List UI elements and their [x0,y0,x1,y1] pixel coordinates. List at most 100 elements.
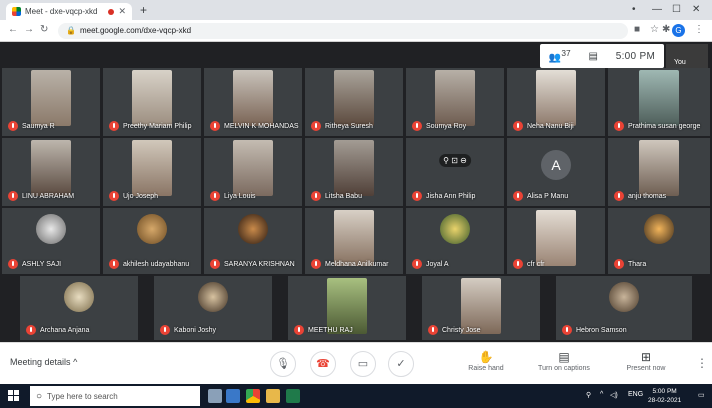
participant-video [233,70,273,126]
notification-icon[interactable]: ▭ [698,391,705,399]
participant-tile[interactable]: Joyal A [406,208,504,274]
taskbar-date: 28-02-2021 [648,397,682,404]
people-icon[interactable]: ⚲ [586,391,591,399]
close-window-button[interactable]: ✕ [692,4,700,15]
participant-video [334,70,374,126]
raise-hand-button[interactable]: ✋ Raise hand [456,349,516,372]
participant-tile[interactable]: Soumya Roy [406,68,504,136]
mic-off-icon [109,121,119,131]
mic-off-icon [412,191,422,201]
profile-photo [64,282,94,312]
camera-indicator-icon[interactable]: ■ [634,24,640,35]
present-button[interactable]: ⊞ Present now [616,349,676,372]
participant-tile[interactable]: Preethy Mariam Philip [103,68,201,136]
participant-grid: Saumya R Preethy Mariam Philip MELVIN K … [0,68,712,342]
participant-tile[interactable]: Hebron Samson [556,276,692,340]
mic-off-icon [210,259,220,269]
participant-video [536,210,576,266]
mic-off-icon [26,325,36,335]
new-tab-button[interactable]: + [140,3,147,17]
raise-hand-label: Raise hand [468,365,504,372]
app-icon[interactable] [226,389,240,403]
bookmark-star-icon[interactable]: ☆ [650,24,659,35]
app-icon[interactable] [286,389,300,403]
participants-button[interactable]: 👥37 [549,48,571,63]
more-options-icon[interactable]: ⋮ [696,356,708,370]
participant-video [132,70,172,126]
participant-tile[interactable]: Neha Nanu Biji [507,68,605,136]
participant-video [639,140,679,196]
more-effects-button[interactable]: ✓ [388,351,414,377]
participant-tile[interactable]: MELVIN K MOHANDAS [204,68,302,136]
participant-tile[interactable]: A Alisa P Manu [507,138,605,206]
participant-name: Kaboni Joshy [174,327,217,334]
browser-tab-meet[interactable]: Meet - dxe-vqcp-xkd ✕ [6,3,132,20]
participant-tile[interactable]: Ritheya Suresh [305,68,403,136]
browser-tab-strip: Meet - dxe-vqcp-xkd ✕ + • — ☐ ✕ [0,0,712,20]
participant-tile[interactable]: SARANYA KRISHNAN [204,208,302,274]
participant-tile[interactable]: Saumya R [2,68,100,136]
participant-name: MEETHU RAJ [308,327,353,334]
meeting-details-button[interactable]: Meeting details ^ [10,357,77,367]
participant-tile[interactable]: Kaboni Joshy [154,276,272,340]
captions-icon: ▤ [558,350,570,364]
leave-call-button[interactable]: ☎ [310,351,336,377]
participant-video [233,140,273,196]
extensions-icon[interactable]: ✱ [662,24,670,35]
taskbar-clock[interactable]: 5:00 PM 28-02-2021 [648,387,681,405]
mic-off-icon [109,191,119,201]
participant-tile[interactable]: Meldhana Anilkumar [305,208,403,274]
participant-tile[interactable]: Prathima susan george [608,68,710,136]
file-explorer-icon[interactable] [266,389,280,403]
participant-tile[interactable]: Archana Anjana [20,276,138,340]
chrome-menu-icon[interactable]: ⋮ [694,24,704,35]
participant-tile[interactable]: LINU ABRAHAM [2,138,100,206]
minimize-button[interactable]: — [652,4,662,15]
task-view-icon[interactable] [208,389,222,403]
maximize-button[interactable]: ☐ [672,4,681,15]
language-indicator[interactable]: ENG [628,391,643,398]
participant-tile[interactable]: MEETHU RAJ [288,276,406,340]
participant-tile[interactable]: Ujo Joseph [103,138,201,206]
chrome-icon[interactable] [246,389,260,403]
mic-toggle-button[interactable]: 🎙 [270,351,296,377]
participant-tile[interactable]: Christy Jose [422,276,540,340]
windows-start-icon[interactable] [8,390,20,402]
camera-toggle-button[interactable]: ▭ [350,351,376,377]
windows-taskbar: ○ Type here to search ⚲ ^ ◁) ENG 5:00 PM… [0,384,712,408]
participant-name: Prathima susan george [628,123,701,130]
tray-chevron-icon[interactable]: ^ [600,391,603,398]
mic-off-icon [210,191,220,201]
chat-icon[interactable]: ▤ [588,51,597,62]
back-icon[interactable]: ← [8,24,18,35]
taskbar-search[interactable]: ○ Type here to search [30,386,200,406]
address-bar[interactable]: 🔒 meet.google.com/dxe-vqcp-xkd [58,23,628,39]
profile-photo [440,214,470,244]
tile-hover-controls[interactable]: ⚲ ⊡ ⊖ [439,154,471,167]
participant-tile[interactable]: ⚲ ⊡ ⊖ Jisha Ann Philip [406,138,504,206]
participant-tile[interactable]: Liya Louis [204,138,302,206]
reload-icon[interactable]: ↻ [40,24,48,35]
participant-video [461,278,501,334]
profile-photo [238,214,268,244]
self-view[interactable]: You [666,44,708,68]
profile-avatar[interactable]: G [672,24,685,37]
participant-tile[interactable]: Litsha Babu [305,138,403,206]
account-dot-icon[interactable]: • [632,4,636,15]
participant-tile[interactable]: Thara [608,208,710,274]
participant-tile[interactable]: cfr cfr [507,208,605,274]
meet-control-bar: Meeting details ^ 🎙 ☎ ▭ ✓ ✋ Raise hand ▤… [0,342,712,384]
volume-icon[interactable]: ◁) [610,391,618,399]
participant-tile[interactable]: ASHLY SAJI [2,208,100,274]
participant-tile[interactable]: anju thomas [608,138,710,206]
mic-off-icon [160,325,170,335]
meet-top-bar: 👥37 ▤ 5:00 PM You [0,42,712,68]
participant-name: akhilesh udayabhanu [123,261,190,268]
forward-icon[interactable]: → [24,24,34,35]
participant-video [327,278,367,334]
mic-off-icon [8,259,18,269]
search-icon: ○ [36,390,43,402]
captions-button[interactable]: ▤ Turn on captions [534,349,594,372]
close-tab-icon[interactable]: ✕ [118,6,126,17]
participant-tile[interactable]: akhilesh udayabhanu [103,208,201,274]
